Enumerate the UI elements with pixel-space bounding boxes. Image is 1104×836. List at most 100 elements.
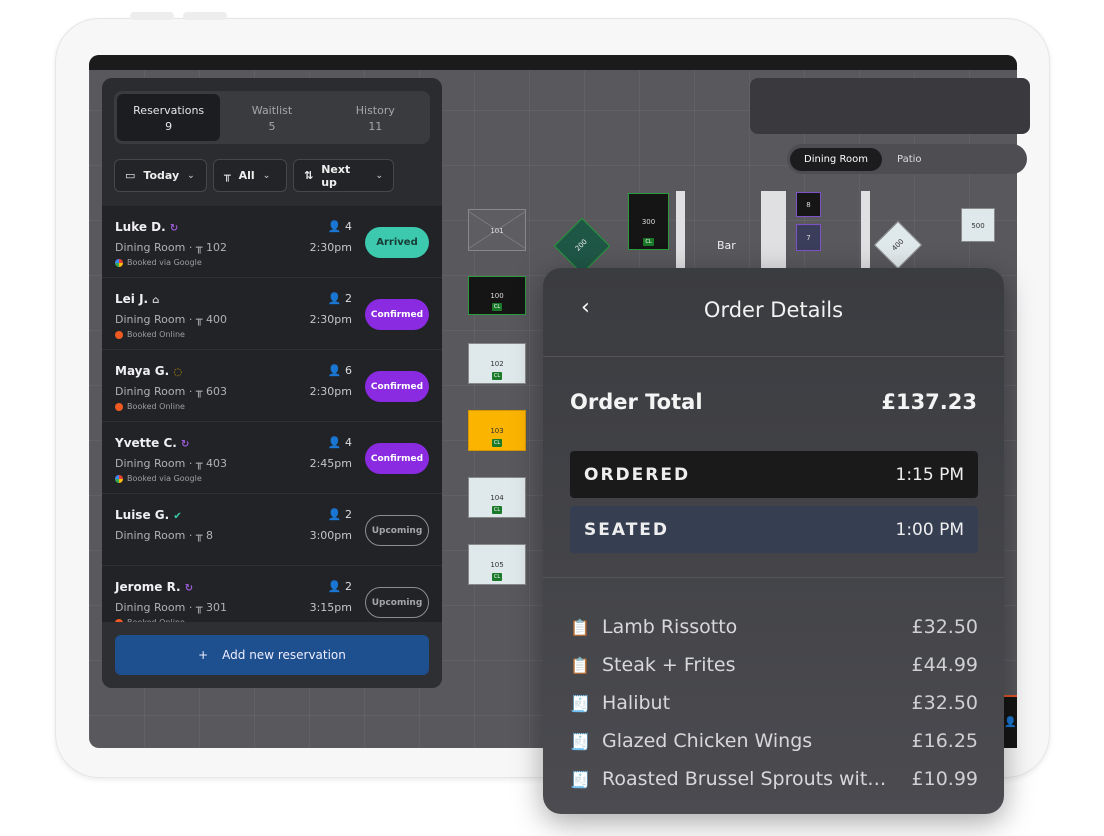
status-badge[interactable]: Upcoming [365,587,429,618]
birthday-cake-icon: ⌂ [152,295,160,306]
tab-reservations[interactable]: Reservations 9 [117,94,221,141]
status-badge[interactable]: Confirmed [365,443,429,474]
tab-dining-room[interactable]: Dining Room [790,148,882,171]
person-icon: 👤 [327,508,342,521]
reservation-list[interactable]: Luke D. ↻ Dining Room · ╥ 102 Booked via… [102,206,442,622]
item-price: £16.25 [911,730,978,752]
order-total-label: Order Total [570,390,703,414]
table-105[interactable]: 105 CL [468,544,526,585]
table-icon: ╥ [195,457,203,470]
table-500[interactable]: 500 [961,208,995,242]
status-badge[interactable]: Arrived [365,227,429,258]
tab-count: 9 [165,120,173,133]
order-item[interactable]: 🧾 Glazed Chicken Wings £16.25 [570,722,978,760]
status-badge[interactable]: Upcoming [365,515,429,546]
person-icon: 👤 [327,220,342,233]
reservation-row[interactable]: Luise G. ✔ Dining Room · ╥ 8 👤 2 3:00pm … [102,494,442,566]
order-item[interactable]: 📋 Steak + Frites £44.99 [570,646,978,684]
wall [861,191,870,269]
item-name: Glazed Chicken Wings [602,730,813,752]
table-8[interactable]: 8 [796,192,821,217]
order-served-icon: 🧾 [570,731,590,751]
table-number: 403 [205,457,227,470]
guest-name: Jerome R. [115,580,181,594]
reservation-row[interactable]: Lei J. ⌂ Dining Room · ╥ 400 Booked Onli… [102,278,442,350]
table-100[interactable]: 100 CL [468,276,526,315]
status-badge[interactable]: Confirmed [365,299,429,330]
chevron-down-icon: ⌄ [375,170,383,181]
reservation-row[interactable]: Luke D. ↻ Dining Room · ╥ 102 Booked via… [102,206,442,278]
area: Dining Room · [115,313,193,326]
person-icon: 👤 [327,436,342,449]
table-300[interactable]: 300 CL [628,193,669,250]
seated-label: SEATED [584,519,670,540]
item-name: Halibut [602,692,671,714]
item-price: £32.50 [911,692,978,714]
table-7[interactable]: 7 [796,224,821,251]
status-badge[interactable]: Confirmed [365,371,429,402]
tablet-button [130,12,174,20]
chevron-down-icon: ⌄ [262,170,271,181]
message-icon: ◌ [173,367,183,378]
table-icon: ╥ [195,241,203,254]
table-number: 8 [205,529,213,542]
table-number: 301 [205,601,227,614]
table-104[interactable]: 104 CL [468,477,526,518]
ordered-status: ORDERED 1:15 PM [570,451,978,498]
person-icon: 👤 [327,364,342,377]
tab-history[interactable]: History 11 [324,94,427,141]
verified-icon: ✔ [173,511,182,522]
tab-patio[interactable]: Patio [883,148,936,171]
tablet-button [183,12,227,20]
guest-name: Lei J. [115,292,149,306]
sort-filter[interactable]: ⇅ Next up ⌄ [293,159,394,192]
wall [676,191,685,269]
button-label: Add new reservation [222,648,346,662]
table-icon: ╥ [224,169,231,182]
table-102[interactable]: 102 CL [468,343,526,384]
add-reservation-button[interactable]: + Add new reservation [115,635,429,675]
table-103[interactable]: 103 CL [468,410,526,451]
party-size: 2 [345,508,352,521]
bar-counter [761,191,786,269]
order-details-title: Order Details [703,298,844,322]
tab-waitlist[interactable]: Waitlist 5 [220,94,323,141]
divider [543,577,1004,578]
order-item[interactable]: 📋 Lamb Rissotto £32.50 [570,608,978,646]
order-item[interactable]: 🧾 Roasted Brussel Sprouts with Bacon £10… [570,760,978,798]
table-101[interactable]: 101 [468,209,526,251]
order-sent-icon: 📋 [570,617,590,637]
area: Dining Room · [115,529,193,542]
filter-label: Next up [321,162,351,189]
sort-icon: ⇅ [304,169,314,182]
order-served-icon: 🧾 [570,769,590,789]
reservation-row[interactable]: Jerome R. ↻ Dining Room · ╥ 301 Booked O… [102,566,442,622]
online-booking-icon [115,330,123,339]
reservation-row[interactable]: Yvette C. ↻ Dining Room · ╥ 403 Booked v… [102,422,442,494]
reservation-row[interactable]: Maya G. ◌ Dining Room · ╥ 603 Booked Onl… [102,350,442,422]
date-filter[interactable]: ▭ Today ⌄ [114,159,207,192]
area: Dining Room · [115,457,193,470]
ordered-label: ORDERED [584,464,691,485]
item-name: Roasted Brussel Sprouts with Bacon [602,768,912,790]
order-items: 📋 Lamb Rissotto £32.50 📋 Steak + Frites … [570,608,978,798]
order-total-value: £137.23 [881,390,977,414]
item-price: £44.99 [911,654,978,676]
table-filter[interactable]: ╥ All ⌄ [213,159,287,192]
booking-source: Booked via Google [127,474,202,483]
order-sent-icon: 📋 [570,655,590,675]
order-item[interactable]: 🧾 Halibut £32.50 [570,684,978,722]
party-size: 4 [345,436,352,449]
reservation-time: 2:30pm [309,385,352,398]
recurring-icon: ↻ [181,439,190,450]
item-price: £32.50 [911,616,978,638]
guest-name: Maya G. [115,364,170,378]
seated-status: SEATED 1:00 PM [570,506,978,553]
user-icon[interactable]: 👤 [1004,695,1017,748]
table-icon: ╥ [195,529,203,542]
order-details-panel: ‹ Order Details Order Total £137.23 ORDER… [543,268,1004,814]
google-icon [115,474,123,483]
calendar-icon: ▭ [125,169,136,182]
item-name: Lamb Rissotto [602,616,738,638]
item-price: £10.99 [911,768,978,790]
